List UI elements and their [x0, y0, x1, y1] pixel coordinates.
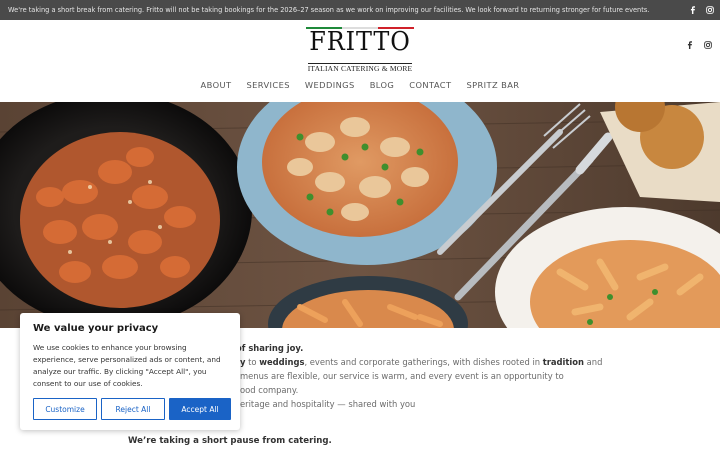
cookie-title: We value your privacy [33, 323, 159, 334]
intro-line-3: menus are flexible, our service is warm,… [240, 371, 564, 381]
nav-blog[interactable]: BLOG [370, 80, 395, 90]
intro-tradition: tradition [542, 357, 585, 367]
cookie-body: We use cookies to enhance your browsing … [33, 343, 221, 388]
accept-all-button[interactable]: Accept All [169, 398, 231, 420]
facebook-icon[interactable] [688, 6, 697, 15]
main-nav: ABOUT SERVICES WEDDINGS BLOG CONTACT SPR… [0, 80, 720, 90]
nav-services[interactable]: SERVICES [246, 80, 289, 90]
announcement-text: We're taking a short break from catering… [8, 6, 650, 14]
site-header: FRITTO ITALIAN CATERING & MORE ABOUT SER… [0, 20, 720, 102]
facebook-icon[interactable] [685, 40, 694, 49]
customize-button[interactable]: Customize [33, 398, 97, 420]
nav-spritz-bar[interactable]: SPRITZ BAR [466, 80, 519, 90]
header-social [685, 40, 712, 49]
instagram-icon[interactable] [705, 6, 714, 15]
nav-about[interactable]: ABOUT [201, 80, 232, 90]
logo-tagline: ITALIAN CATERING & MORE [307, 63, 413, 73]
intro-line-2-to: to [245, 357, 260, 367]
cookie-consent-banner: We value your privacy We use cookies to … [20, 313, 240, 430]
cookie-buttons: Customize Reject All Accept All [33, 398, 231, 420]
intro-weddings: weddings [259, 357, 305, 367]
pause-heading: We’re taking a short pause from catering… [128, 436, 332, 446]
topbar-social [688, 0, 714, 20]
nav-weddings[interactable]: WEDDINGS [305, 80, 355, 90]
instagram-icon[interactable] [703, 40, 712, 49]
intro-line-2-end: and [584, 357, 603, 367]
intro-line-2-mid: , events and corporate gatherings, with … [304, 357, 543, 367]
nav-contact[interactable]: CONTACT [409, 80, 451, 90]
page: We're taking a short break from catering… [0, 0, 720, 450]
intro-line-4: ood company. [240, 385, 299, 395]
site-logo[interactable]: FRITTO ITALIAN CATERING & MORE [300, 27, 420, 73]
logo-wordmark: FRITTO [309, 27, 411, 57]
intro-line-1: of sharing joy. [236, 343, 304, 353]
hero-image [0, 102, 720, 328]
reject-all-button[interactable]: Reject All [101, 398, 165, 420]
intro-line-5: eritage and hospitality — shared with yo… [240, 399, 416, 409]
intro-line-2: y to weddings, events and corporate gath… [240, 357, 602, 367]
announcement-bar: We're taking a short break from catering… [0, 0, 720, 20]
